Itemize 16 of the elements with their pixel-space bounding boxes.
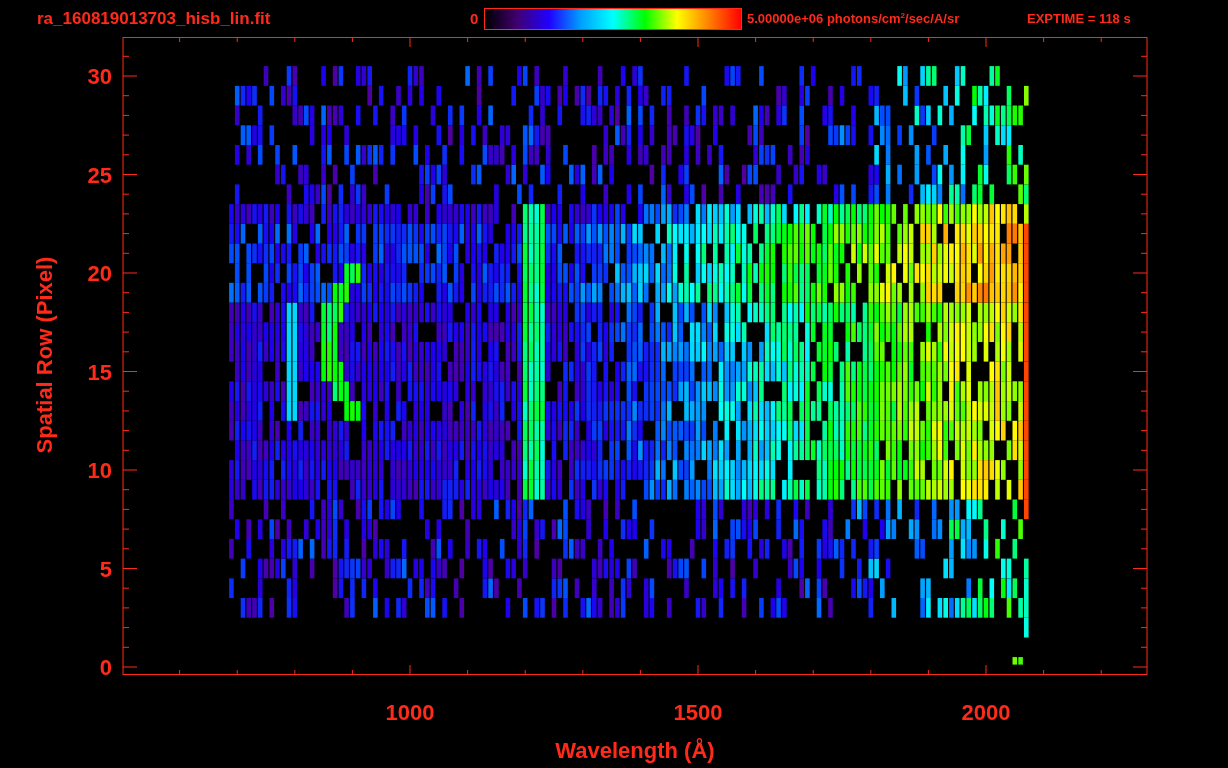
x-tick-label: 1000 bbox=[385, 700, 435, 725]
colorbar-min-label: 0 bbox=[470, 10, 480, 27]
y-tick-label: 5 bbox=[99, 556, 112, 582]
y-tick-label: 25 bbox=[87, 162, 112, 188]
y-tick-label: 10 bbox=[87, 458, 112, 483]
file-name: ra_160819013703_hisb_lin.fit bbox=[37, 8, 272, 29]
y-axis-title: Spatial Row (Pixel) bbox=[32, 256, 57, 454]
x-tick-label: 1500 bbox=[673, 700, 723, 725]
y-tick-label: 20 bbox=[87, 261, 112, 286]
x-axis-title: Wavelength (Å) bbox=[555, 738, 715, 763]
exposure-time: EXPTIME = 118 s bbox=[1027, 11, 1131, 26]
colorbar-max-label: 5.00000e+06 photons/cm$^{2}$/sec/A/sr bbox=[747, 10, 961, 27]
y-tick-label: 30 bbox=[87, 64, 112, 89]
x-tick-label: 2000 bbox=[961, 700, 1011, 725]
y-tick-label: 0 bbox=[99, 655, 112, 680]
y-tick-label: 15 bbox=[87, 359, 112, 385]
